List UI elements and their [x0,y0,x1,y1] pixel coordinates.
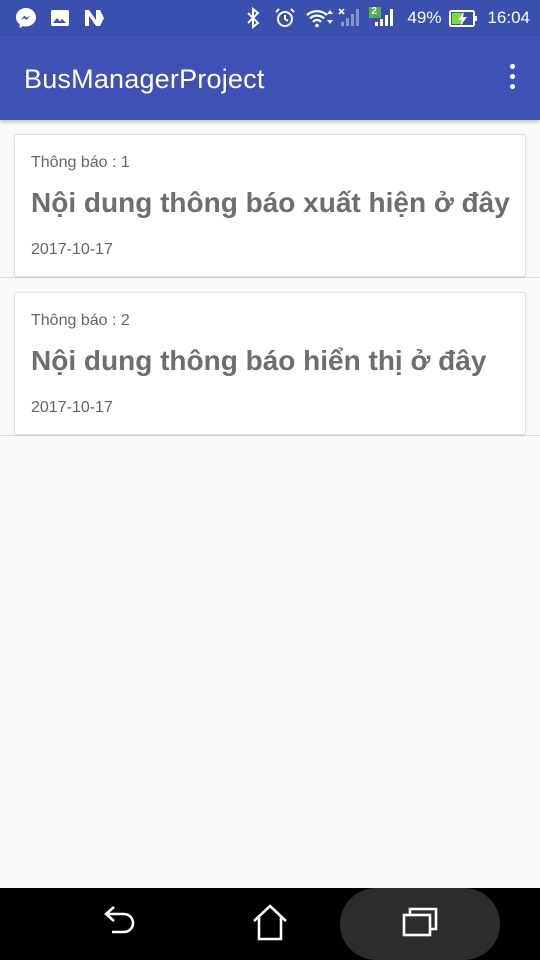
battery-charging-icon [449,6,479,30]
navigation-bar [0,888,540,960]
app-toolbar: BusManagerProject [0,36,540,120]
gallery-icon [48,6,72,30]
alarm-icon [273,6,297,30]
status-bar: 2 49% 16:04 [0,0,540,36]
messenger-icon [14,6,38,30]
app-title: BusManagerProject [24,64,265,94]
more-vert-icon[interactable] [504,64,520,94]
notification-date: 2017-10-17 [31,399,113,416]
notification-content: Nội dung thông báo hiển thị ở đây [31,345,487,376]
notification-list: Thông báo : 1 Nội dung thông báo xuất hi… [0,120,540,436]
back-button[interactable] [80,888,160,960]
notification-label: Thông báo : 2 [31,312,130,329]
sim-signal-icon: 2 [369,6,399,30]
notification-date: 2017-10-17 [31,241,113,258]
back-icon [100,904,140,945]
list-item[interactable]: Thông báo : 2 Nội dung thông báo hiển th… [0,278,540,436]
notification-card[interactable]: Thông báo : 1 Nội dung thông báo xuất hi… [14,134,526,277]
wifi-icon [305,6,334,30]
list-item[interactable]: Thông báo : 1 Nội dung thông báo xuất hi… [0,120,540,278]
sim-badge: 2 [371,6,377,17]
home-icon [250,903,290,946]
recents-button[interactable] [340,888,500,960]
battery-percent: 49% [407,8,442,27]
home-button[interactable] [230,888,310,960]
clock: 16:04 [487,8,530,27]
notification-label: Thông báo : 1 [31,154,130,171]
bluetooth-icon [241,6,265,30]
n-app-icon [82,6,106,30]
signal-icon [337,6,361,30]
notification-card[interactable]: Thông báo : 2 Nội dung thông báo hiển th… [14,292,526,435]
recents-icon [400,905,440,944]
notification-content: Nội dung thông báo xuất hiện ở đây [31,187,510,218]
